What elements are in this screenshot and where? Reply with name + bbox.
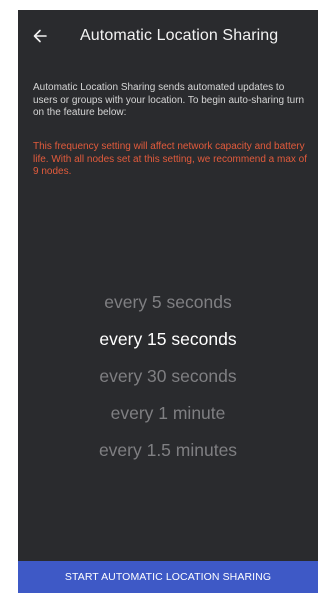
back-button[interactable] — [28, 24, 52, 48]
picker-option-1-5-minutes[interactable]: every 1.5 minutes — [18, 432, 318, 469]
app-bar: Automatic Location Sharing — [18, 10, 318, 62]
warning-text: This frequency setting will affect netwo… — [33, 141, 308, 177]
frequency-picker[interactable]: every 5 seconds every 15 seconds every 3… — [18, 284, 318, 469]
picker-option-5-seconds[interactable]: every 5 seconds — [18, 284, 318, 321]
arrow-left-icon — [33, 29, 47, 43]
picker-option-15-seconds[interactable]: every 15 seconds — [18, 321, 318, 358]
start-automatic-location-sharing-button[interactable]: START AUTOMATIC LOCATION SHARING — [18, 561, 318, 593]
intro-text: Automatic Location Sharing sends automat… — [33, 82, 305, 118]
picker-option-1-minute[interactable]: every 1 minute — [18, 395, 318, 432]
picker-option-30-seconds[interactable]: every 30 seconds — [18, 358, 318, 395]
page-title: Automatic Location Sharing — [80, 27, 279, 44]
screen: Automatic Location Sharing Automatic Loc… — [18, 10, 318, 593]
